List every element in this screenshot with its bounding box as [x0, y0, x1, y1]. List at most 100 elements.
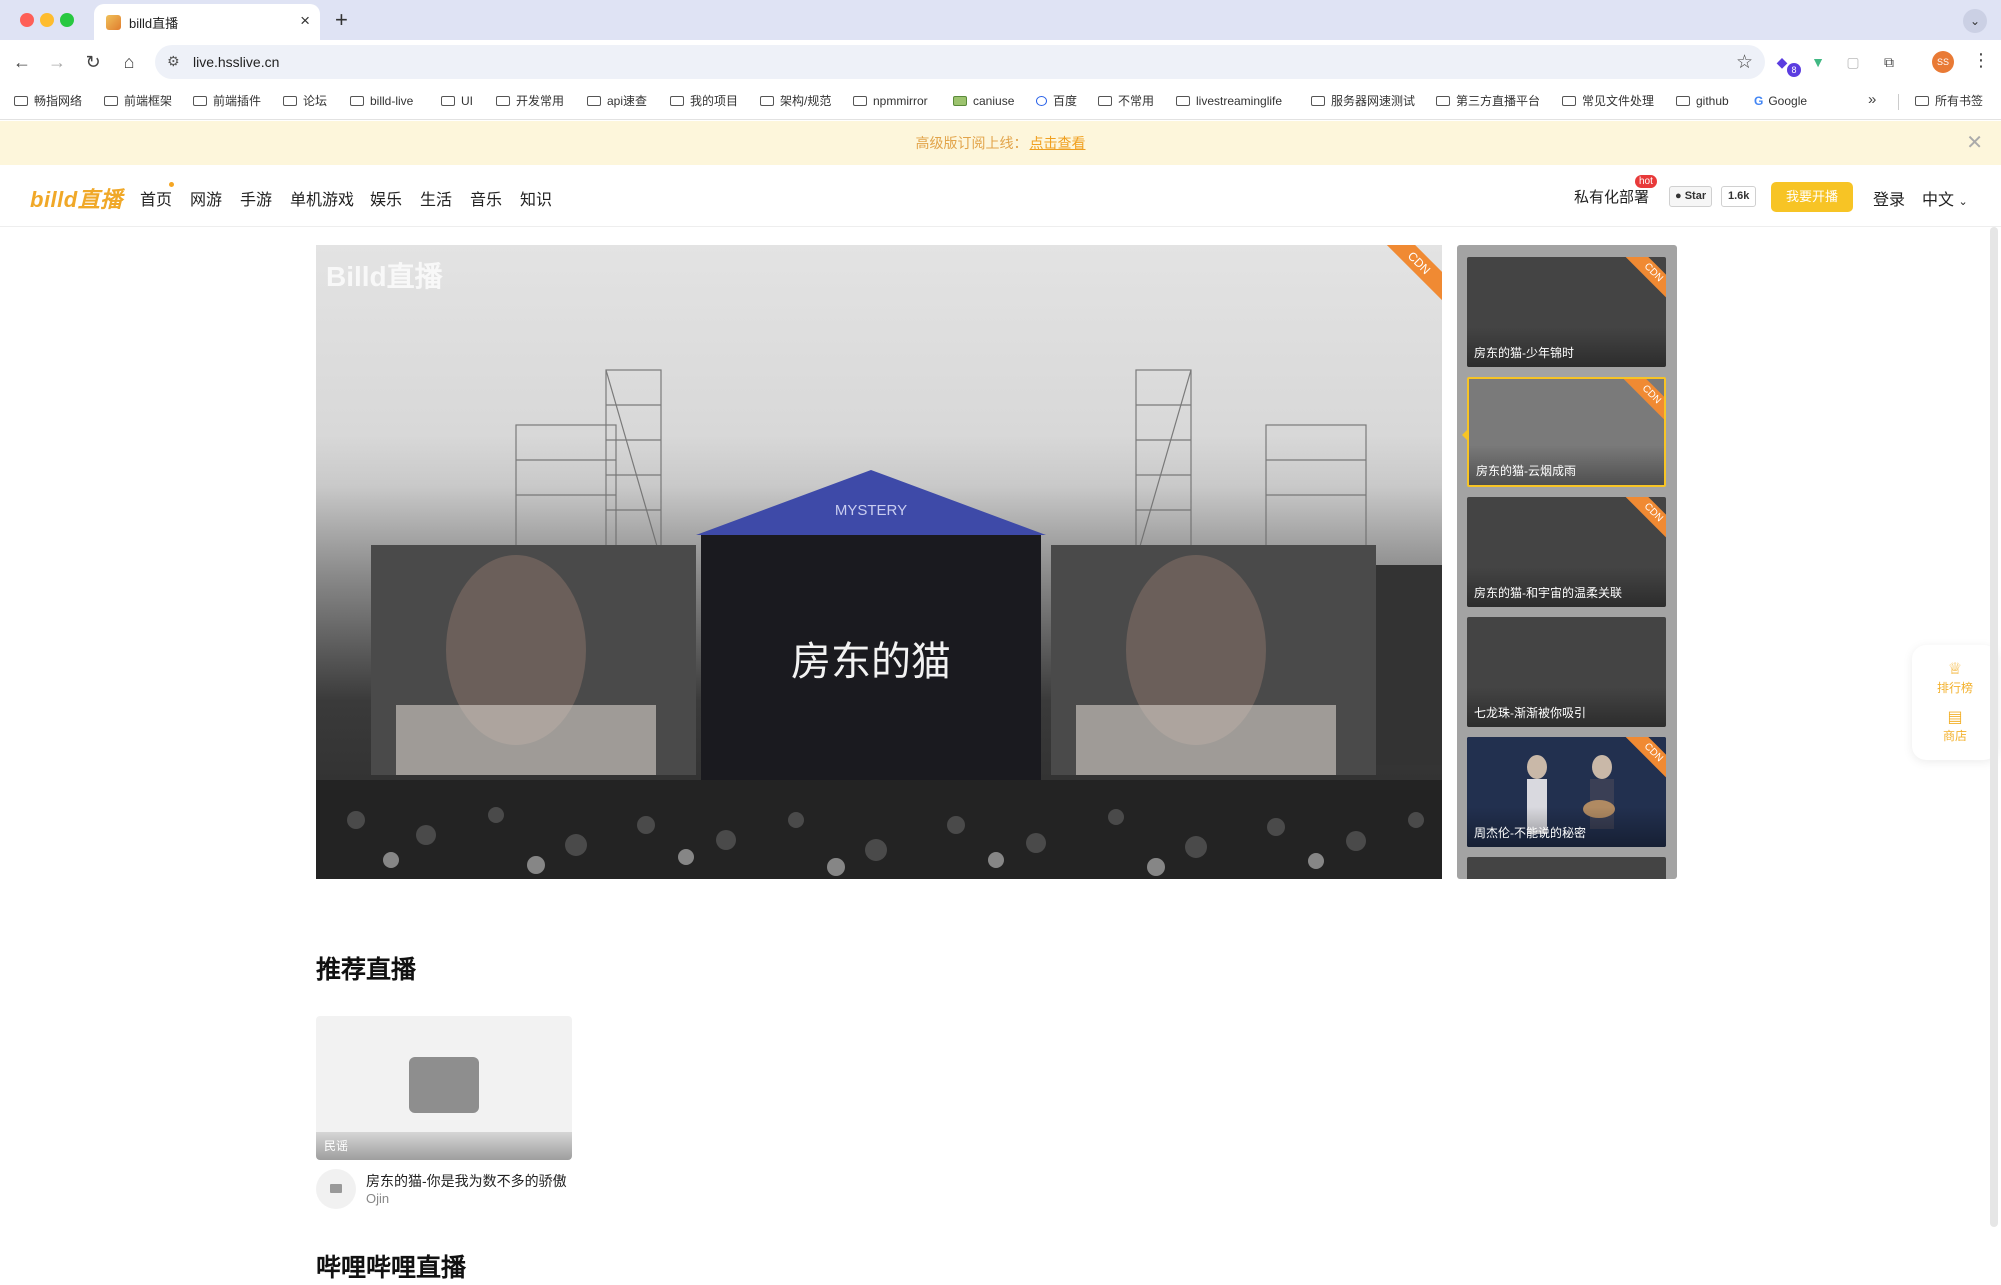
extension-placeholder-icon[interactable]: ▢ — [1843, 52, 1863, 72]
card-tag-bar — [316, 1132, 572, 1160]
more-bookmarks-icon[interactable]: » — [1868, 91, 1876, 108]
bookmark-label[interactable]: 常见文件处理 — [1582, 94, 1654, 108]
bookmark-label[interactable]: 前端插件 — [213, 94, 261, 108]
card-author[interactable]: Ojin — [366, 1191, 389, 1206]
bookmark-item[interactable]: 不常用 — [1098, 92, 1154, 110]
all-bookmarks[interactable]: 所有书签 — [1915, 92, 1983, 110]
bookmark-label[interactable]: caniuse — [973, 94, 1014, 108]
side-stream-item[interactable]: CDN 房东的猫-少年锦时 — [1467, 257, 1666, 367]
folder-icon — [1098, 96, 1112, 106]
bookmark-item[interactable]: github — [1676, 92, 1729, 110]
bookmark-item[interactable]: UI — [441, 92, 473, 110]
address-bar[interactable]: ⚙ live.hsslive.cn ☆ — [155, 45, 1765, 79]
side-stream-item[interactable] — [1467, 857, 1666, 879]
new-tab-button[interactable]: + — [335, 6, 348, 34]
bookmark-item[interactable]: 前端框架 — [104, 92, 172, 110]
language-select[interactable]: 中文 ⌄ — [1922, 186, 1968, 210]
bookmark-label[interactable]: github — [1696, 94, 1729, 108]
subscription-notice: 高级版订阅上线： 点击查看 ✕ — [0, 121, 2001, 165]
notice-close-icon[interactable]: ✕ — [1966, 121, 1983, 165]
side-stream-item[interactable]: 七龙珠-渐渐被你吸引 — [1467, 617, 1666, 727]
tab-search-button[interactable]: ⌄ — [1963, 9, 1987, 33]
streamer-avatar[interactable] — [316, 1169, 356, 1209]
nav-online-games[interactable]: 网游 — [190, 186, 222, 210]
bookmark-label[interactable]: 第三方直播平台 — [1456, 94, 1540, 108]
bookmark-label[interactable]: 论坛 — [303, 94, 327, 108]
reload-icon[interactable]: ↻ — [81, 50, 105, 74]
live-player[interactable]: MYSTERY 房东的猫 Billd直播 CDN — [316, 245, 1442, 879]
bookmark-item[interactable]: 第三方直播平台 — [1436, 92, 1540, 110]
bookmark-label[interactable]: Google — [1768, 94, 1807, 108]
bookmark-item[interactable]: 架构/规范 — [760, 92, 831, 110]
home-icon[interactable]: ⌂ — [117, 50, 141, 74]
tab-close-icon[interactable]: × — [300, 11, 310, 31]
site-info-icon[interactable]: ⚙ — [167, 53, 180, 70]
nav-knowledge[interactable]: 知识 — [520, 186, 552, 210]
profile-avatar[interactable]: SS — [1932, 51, 1954, 73]
bookmark-star-icon[interactable]: ☆ — [1736, 51, 1753, 74]
browser-tab[interactable]: billd直播 × — [94, 4, 320, 40]
forward-icon[interactable]: → — [45, 50, 69, 74]
bookmark-item[interactable]: livestreaminglife — [1176, 92, 1282, 110]
nav-mobile-games[interactable]: 手游 — [240, 186, 272, 210]
bookmark-label[interactable]: billd-live — [370, 94, 413, 108]
bookmark-label[interactable]: 我的项目 — [690, 94, 738, 108]
extensions-puzzle-icon[interactable]: ⧉ — [1879, 52, 1899, 72]
github-star-count[interactable]: 1.6k — [1721, 186, 1757, 207]
recommend-card[interactable]: 民谣 — [316, 1016, 572, 1160]
vue-devtools-icon[interactable]: ▼ — [1808, 52, 1828, 72]
side-stream-item[interactable]: CDN 房东的猫-和宇宙的温柔关联 — [1467, 497, 1666, 607]
bookmark-label[interactable]: npmmirror — [873, 94, 928, 108]
bookmark-label[interactable]: 畅指网络 — [34, 94, 82, 108]
site-logo[interactable]: billd直播 — [30, 182, 123, 214]
card-title[interactable]: 房东的猫-你是我为数不多的骄傲 — [366, 1171, 567, 1191]
floating-panel: ♕ 排行榜 ▤ 商店 — [1912, 645, 1998, 760]
close-window-button[interactable] — [20, 13, 34, 27]
bookmark-label[interactable]: 架构/规范 — [780, 94, 831, 108]
side-stream-item-active[interactable]: CDN 房东的猫-云烟成雨 — [1467, 377, 1666, 487]
bookmark-item[interactable]: caniuse — [953, 92, 1014, 110]
bookmark-label[interactable]: 服务器网速测试 — [1331, 94, 1415, 108]
go-live-button[interactable]: 我要开播 — [1771, 182, 1853, 212]
page-scrollbar[interactable] — [1990, 227, 1998, 1227]
bookmark-item[interactable]: 服务器网速测试 — [1311, 92, 1415, 110]
maximize-window-button[interactable] — [60, 13, 74, 27]
nav-music[interactable]: 音乐 — [470, 186, 502, 210]
bookmark-label[interactable]: livestreaminglife — [1196, 94, 1282, 108]
bookmark-label[interactable]: 不常用 — [1118, 94, 1154, 108]
bookmark-label[interactable]: UI — [461, 94, 473, 108]
bookmark-item[interactable]: G Google — [1754, 92, 1807, 110]
bookmark-item[interactable]: 百度 — [1036, 92, 1077, 110]
side-stream-item[interactable]: CDN 周杰伦-不能说的秘密 — [1467, 737, 1666, 847]
folder-icon — [496, 96, 510, 106]
bookmark-item[interactable]: 前端插件 — [193, 92, 261, 110]
shop-link[interactable]: ▤ 商店 — [1912, 709, 1998, 744]
bookmark-item[interactable]: api速查 — [587, 92, 647, 110]
minimize-window-button[interactable] — [40, 13, 54, 27]
bilibili-section-title: 哔哩哔哩直播 — [316, 1254, 467, 1282]
bookmark-item[interactable]: 畅指网络 — [14, 92, 82, 110]
bookmark-item[interactable]: 我的项目 — [670, 92, 738, 110]
bookmark-item[interactable]: npmmirror — [853, 92, 928, 110]
bookmark-label[interactable]: 前端框架 — [124, 94, 172, 108]
nav-home[interactable]: 首页 — [140, 186, 172, 210]
bookmark-item[interactable]: 常见文件处理 — [1562, 92, 1654, 110]
bookmark-item[interactable]: 论坛 — [283, 92, 327, 110]
nav-entertainment[interactable]: 娱乐 — [370, 186, 402, 210]
github-star-button[interactable]: ● Star — [1669, 186, 1713, 207]
notice-link[interactable]: 点击查看 — [1030, 135, 1086, 151]
bookmark-item[interactable]: 开发常用 — [496, 92, 564, 110]
rank-link[interactable]: ♕ 排行榜 — [1912, 661, 1998, 696]
login-button[interactable]: 登录 — [1873, 186, 1905, 210]
nav-life[interactable]: 生活 — [420, 186, 452, 210]
private-deploy-link[interactable]: 私有化部署 — [1574, 186, 1649, 207]
bookmark-label[interactable]: 百度 — [1053, 94, 1077, 108]
browser-menu-icon[interactable]: ⋮ — [1972, 50, 1990, 71]
all-bookmarks-label[interactable]: 所有书签 — [1935, 94, 1983, 108]
bookmark-label[interactable]: api速查 — [607, 94, 647, 108]
nav-single-games[interactable]: 单机游戏 — [290, 186, 354, 210]
url-text[interactable]: live.hsslive.cn — [193, 54, 279, 70]
back-icon[interactable]: ← — [10, 50, 34, 74]
bookmark-item[interactable]: billd-live — [350, 92, 413, 110]
bookmark-label[interactable]: 开发常用 — [516, 94, 564, 108]
